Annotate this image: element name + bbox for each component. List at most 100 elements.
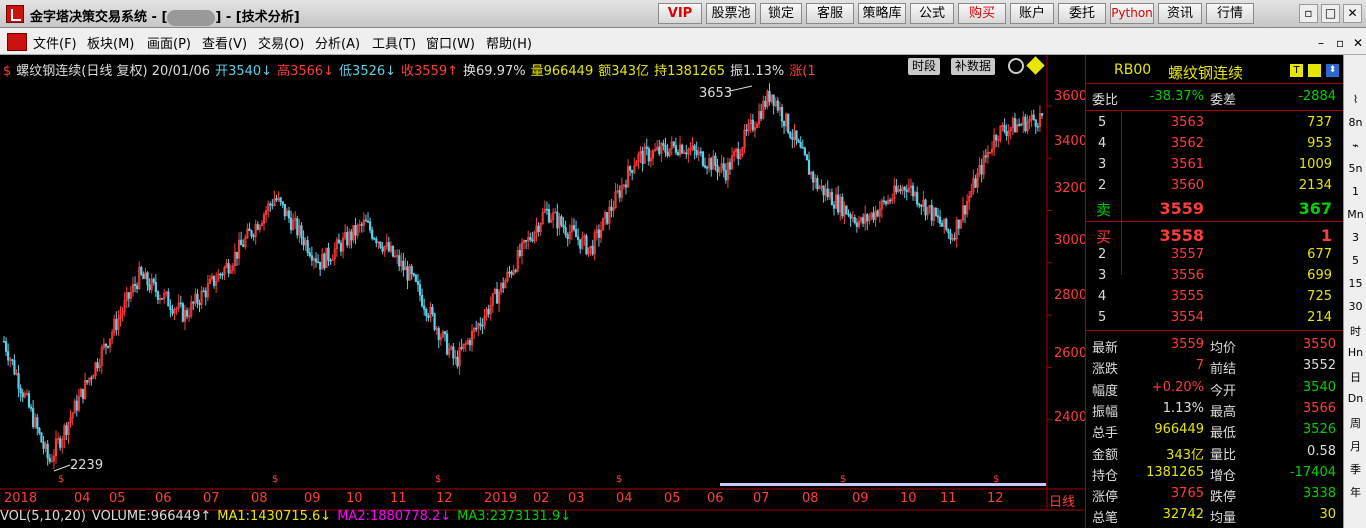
candle-body: [48, 457, 51, 462]
ask-row[interactable]: 2 3560 2134: [1086, 176, 1344, 197]
strategy-library-button[interactable]: 策略库: [858, 3, 906, 24]
bid-price: 3554: [1170, 310, 1204, 325]
candle-body: [171, 309, 174, 314]
period-button[interactable]: 年: [1344, 484, 1366, 500]
event-dollar-icon[interactable]: $: [58, 474, 64, 485]
x-tick: 10: [900, 491, 917, 506]
settings-gear-icon[interactable]: [1008, 58, 1024, 74]
supplement-data-button[interactable]: 补数据: [951, 58, 996, 75]
candle-body: [337, 239, 341, 244]
minimize-window-icon[interactable]: ▫: [1299, 4, 1318, 23]
period-button[interactable]: 季: [1344, 461, 1366, 477]
bid-row[interactable]: 5 3554 214: [1086, 308, 1344, 329]
candle-body: [86, 380, 89, 383]
bid-row[interactable]: 3 3556 699: [1086, 266, 1344, 287]
period-button[interactable]: 月: [1344, 438, 1366, 454]
stat-value: 1.13%: [1162, 400, 1204, 416]
period-button[interactable]: 3: [1344, 231, 1366, 244]
period-button[interactable]: 时段: [908, 58, 941, 75]
event-dollar-icon[interactable]: $: [616, 474, 622, 485]
stat-label: 涨跌: [1092, 362, 1119, 378]
buy-button[interactable]: 购买: [958, 3, 1006, 24]
menu-view[interactable]: 查看(V): [202, 33, 247, 52]
order-button[interactable]: 委托: [1058, 3, 1106, 24]
period-button[interactable]: 5: [1344, 254, 1366, 267]
ask-level: 2: [1098, 178, 1107, 193]
candle-body: [81, 388, 85, 399]
market-button[interactable]: 行情: [1206, 3, 1254, 24]
event-dollar-icon[interactable]: $: [993, 474, 999, 485]
bid-row[interactable]: 2 3557 677: [1086, 245, 1344, 266]
python-button[interactable]: Python: [1110, 3, 1154, 24]
period-button[interactable]: 1: [1344, 185, 1366, 198]
ask-row[interactable]: 4 3562 953: [1086, 134, 1344, 155]
period-button[interactable]: 15: [1344, 277, 1366, 290]
candle-body: [629, 166, 632, 171]
candle-body: [456, 356, 459, 367]
formula-button[interactable]: 公式: [910, 3, 954, 24]
ask-row[interactable]: 卖 3559 367: [1086, 197, 1344, 219]
period-button[interactable]: Hn: [1344, 346, 1366, 359]
mdi-close-icon[interactable]: ✕: [1353, 36, 1363, 50]
service-button[interactable]: 客服: [806, 3, 854, 24]
period-button[interactable]: ⌇: [1344, 93, 1366, 106]
period-button[interactable]: Dn: [1344, 392, 1366, 405]
bid-row[interactable]: 4 3555 725: [1086, 287, 1344, 308]
period-button[interactable]: 日: [1344, 369, 1366, 385]
menu-trade[interactable]: 交易(O): [258, 33, 304, 52]
favorite-icon[interactable]: [1308, 64, 1321, 77]
maximize-window-icon[interactable]: □: [1321, 4, 1340, 23]
menu-app-icon[interactable]: [7, 33, 27, 51]
x-tick: 09: [852, 491, 869, 506]
account-button[interactable]: 账户: [1010, 3, 1054, 24]
turnover-value: 换69.97%: [463, 64, 526, 79]
period-button[interactable]: 8n: [1344, 116, 1366, 129]
candle-body: [27, 393, 31, 408]
mdi-restore-icon[interactable]: ▫: [1336, 36, 1344, 50]
vip-button[interactable]: VIP: [658, 3, 702, 24]
menu-file[interactable]: 文件(F): [33, 33, 77, 52]
menu-analysis[interactable]: 分析(A): [315, 33, 360, 52]
event-dollar-icon[interactable]: $: [435, 474, 441, 485]
mdi-minimize-icon[interactable]: –: [1318, 36, 1324, 50]
contract-name-panel: 螺纹钢连续: [1168, 64, 1244, 82]
stock-pool-button[interactable]: 股票池: [706, 3, 756, 24]
candle-body: [714, 155, 717, 166]
bid-row[interactable]: 买 3558 1: [1086, 224, 1344, 246]
candle-body: [339, 242, 343, 252]
menu-window[interactable]: 窗口(W): [426, 33, 475, 52]
period-button[interactable]: 30: [1344, 300, 1366, 313]
ask-row[interactable]: 3 3561 1009: [1086, 155, 1344, 176]
lock-button[interactable]: 锁定: [760, 3, 802, 24]
menu-tools[interactable]: 工具(T): [372, 33, 416, 52]
contract-code: RB00: [1114, 62, 1152, 78]
candle-body: [360, 224, 363, 226]
peak-price-label: 3653: [699, 86, 733, 101]
candle-body: [29, 406, 33, 409]
event-dollar-icon[interactable]: $: [272, 474, 278, 485]
stat-label-2: 今开: [1210, 383, 1237, 399]
candle-body: [475, 327, 478, 330]
candle-body: [722, 163, 725, 171]
menu-sector[interactable]: 板块(M): [87, 33, 134, 52]
candle-body: [300, 225, 303, 238]
period-button[interactable]: 时: [1344, 323, 1366, 339]
menu-help[interactable]: 帮助(H): [486, 33, 532, 52]
chart-area[interactable]: [0, 55, 1085, 528]
expand-icon[interactable]: ⬍: [1326, 64, 1339, 77]
menu-view-screen[interactable]: 画面(P): [147, 33, 191, 52]
candle-body: [192, 301, 195, 304]
news-button[interactable]: 资讯: [1158, 3, 1202, 24]
close-window-icon[interactable]: ✕: [1343, 4, 1362, 23]
period-button[interactable]: 5n: [1344, 162, 1366, 175]
trough-price-label: 2239: [70, 458, 104, 473]
ask-row[interactable]: 5 3563 737: [1086, 113, 1344, 134]
period-button[interactable]: 周: [1344, 415, 1366, 431]
candle-body: [862, 217, 865, 224]
period-button[interactable]: ⌁: [1344, 139, 1366, 152]
candlestick-chart[interactable]: [0, 55, 1085, 528]
text-icon[interactable]: T: [1290, 64, 1303, 77]
ask-level: 5: [1098, 115, 1107, 130]
period-button[interactable]: Mn: [1344, 208, 1366, 221]
event-dollar-icon[interactable]: $: [840, 474, 846, 485]
